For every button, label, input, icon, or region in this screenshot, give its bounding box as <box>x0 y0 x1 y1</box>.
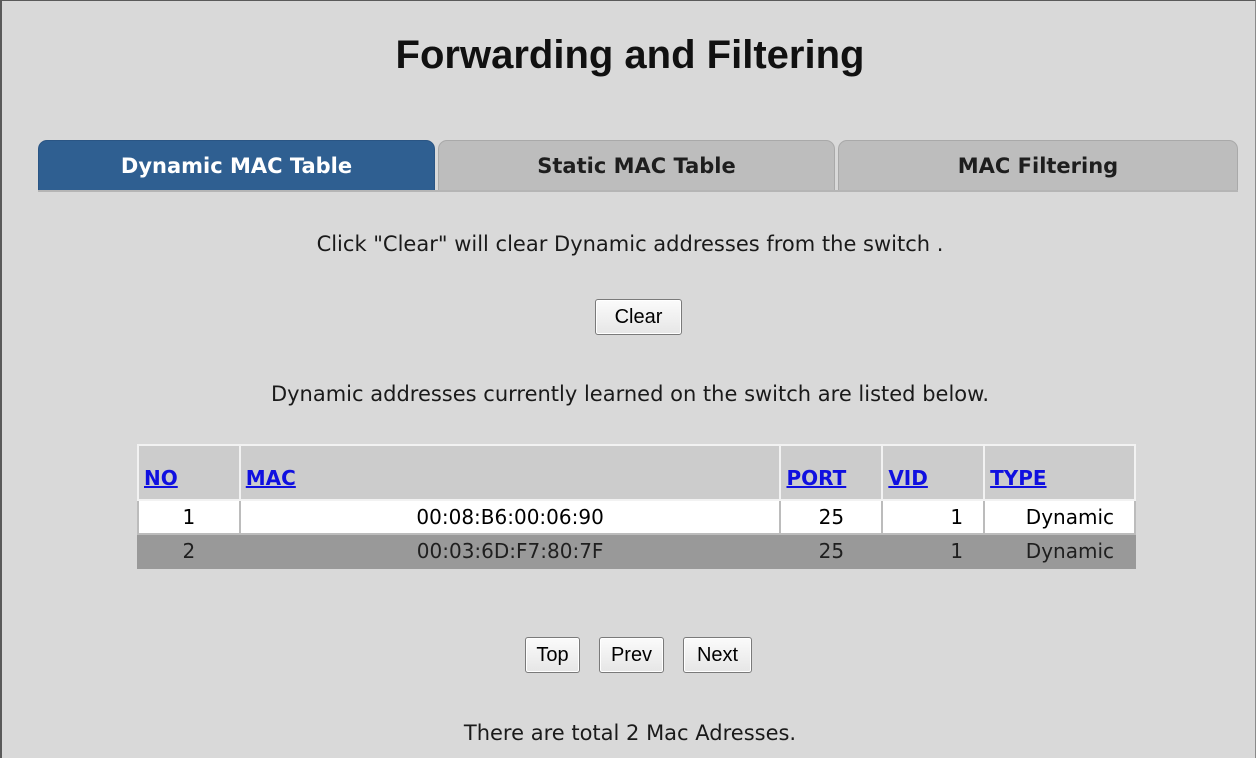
tab-divider <box>38 190 1238 192</box>
cell-vid: 1 <box>881 499 986 535</box>
cell-type: Dynamic <box>983 533 1136 569</box>
table-row: 1 00:08:B6:00:06:90 25 1 Dynamic <box>137 499 1136 535</box>
sort-by-mac-link[interactable]: MAC <box>246 466 296 490</box>
page-title: Forwarding and Filtering <box>395 33 865 77</box>
cell-type: Dynamic <box>983 499 1136 535</box>
table-header-row: NO MAC PORT VID TYPE <box>137 444 1136 501</box>
column-header-mac: MAC <box>238 444 782 501</box>
total-addresses-summary: There are total 2 Mac Adresses. <box>463 721 797 745</box>
prev-page-button[interactable]: Prev <box>599 637 664 673</box>
column-header-no: NO <box>137 444 241 501</box>
tab-static-mac-table[interactable]: Static MAC Table <box>438 140 835 191</box>
cell-port: 25 <box>779 499 884 535</box>
sort-by-port-link[interactable]: PORT <box>786 466 846 490</box>
column-header-vid: VID <box>881 444 986 501</box>
cell-no: 1 <box>137 499 241 535</box>
tab-bar: Dynamic MAC Table Static MAC Table MAC F… <box>38 140 1238 191</box>
cell-mac: 00:08:B6:00:06:90 <box>238 499 782 535</box>
dynamic-mac-table: NO MAC PORT VID TYPE 1 00:08:B6:00:06:90… <box>137 444 1136 569</box>
column-header-type: TYPE <box>983 444 1136 501</box>
sort-by-vid-link[interactable]: VID <box>888 466 928 490</box>
column-header-port: PORT <box>779 444 884 501</box>
tab-mac-filtering[interactable]: MAC Filtering <box>838 140 1238 191</box>
cell-no: 2 <box>137 533 241 569</box>
clear-instruction-text: Click "Clear" will clear Dynamic address… <box>316 232 944 256</box>
list-description-text: Dynamic addresses currently learned on t… <box>270 382 990 406</box>
table-row: 2 00:03:6D:F7:80:7F 25 1 Dynamic <box>137 533 1136 569</box>
sort-by-type-link[interactable]: TYPE <box>990 466 1046 490</box>
cell-port: 25 <box>779 533 884 569</box>
next-page-button[interactable]: Next <box>683 637 752 673</box>
tab-dynamic-mac-table[interactable]: Dynamic MAC Table <box>38 140 435 191</box>
cell-mac: 00:03:6D:F7:80:7F <box>238 533 782 569</box>
sort-by-no-link[interactable]: NO <box>144 466 178 490</box>
cell-vid: 1 <box>881 533 986 569</box>
content-frame: Forwarding and Filtering Dynamic MAC Tab… <box>0 0 1256 758</box>
top-page-button[interactable]: Top <box>525 637 580 673</box>
clear-button[interactable]: Clear <box>595 299 682 335</box>
